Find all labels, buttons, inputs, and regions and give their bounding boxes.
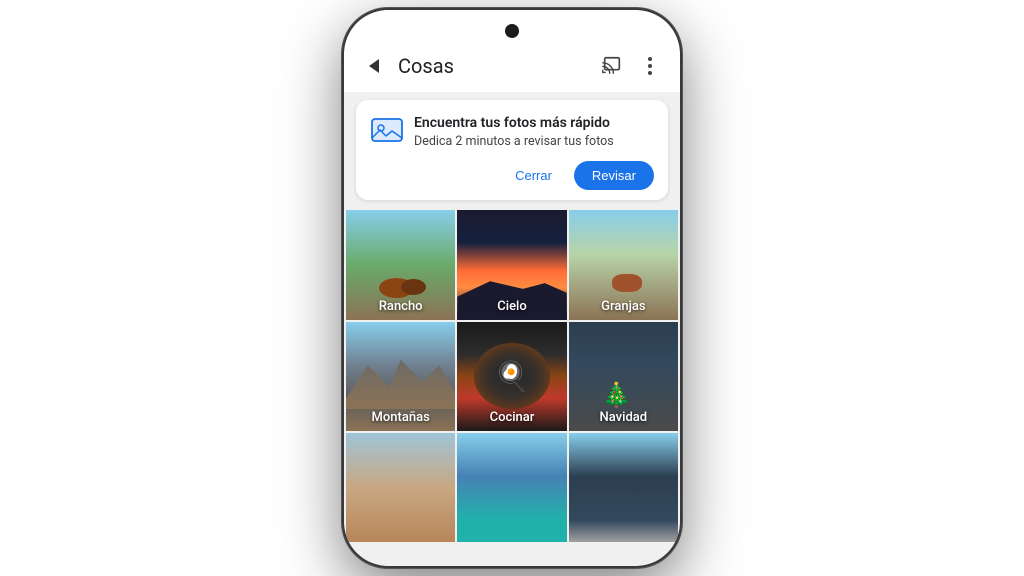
photo-review-icon <box>370 114 404 148</box>
review-button[interactable]: Revisar <box>574 161 654 190</box>
photo-item-granjas[interactable]: Granjas <box>569 210 678 319</box>
photo-label-rancho: Rancho <box>346 299 455 314</box>
dot1 <box>648 57 652 61</box>
top-bar: Cosas <box>344 10 680 92</box>
phone-screen: Cosas <box>344 10 680 566</box>
back-button[interactable] <box>360 52 388 80</box>
photo-item-navidad[interactable]: Navidad <box>569 322 678 431</box>
photo-label-granjas: Granjas <box>569 299 678 314</box>
close-button[interactable]: Cerrar <box>501 161 566 190</box>
screen-content: Cosas <box>344 10 680 566</box>
notif-actions: Cerrar Revisar <box>370 161 654 190</box>
cast-icon <box>601 55 623 77</box>
back-arrow-icon <box>369 59 379 73</box>
notif-header: Encuentra tus fotos más rápido Dedica 2 … <box>370 114 654 149</box>
dot3 <box>648 71 652 75</box>
photo-item-rancho[interactable]: Rancho <box>346 210 455 319</box>
photo-grid: Rancho Cielo Granjas Montañas Cocinar <box>344 208 680 544</box>
notif-title: Encuentra tus fotos más rápido <box>414 114 614 132</box>
photo-item-montanas[interactable]: Montañas <box>346 322 455 431</box>
notification-card: Encuentra tus fotos más rápido Dedica 2 … <box>356 100 668 200</box>
page-title: Cosas <box>398 54 588 78</box>
photo-item-row3-3[interactable] <box>569 433 678 542</box>
front-camera <box>505 24 519 38</box>
notif-icon <box>370 114 404 148</box>
notif-text: Encuentra tus fotos más rápido Dedica 2 … <box>414 114 614 149</box>
photo-item-cocinar[interactable]: Cocinar <box>457 322 566 431</box>
photo-label-montanas: Montañas <box>346 410 455 425</box>
more-options-button[interactable] <box>636 52 664 80</box>
photo-label-cocinar: Cocinar <box>457 410 566 425</box>
phone-body: Cosas <box>342 8 682 568</box>
cast-button[interactable] <box>598 52 626 80</box>
dot2 <box>648 64 652 68</box>
photo-label-navidad: Navidad <box>569 410 678 425</box>
notif-subtitle: Dedica 2 minutos a revisar tus fotos <box>414 134 614 149</box>
phone-frame: Cosas <box>342 8 682 568</box>
photo-label-cielo: Cielo <box>457 299 566 314</box>
photo-item-row3-1[interactable] <box>346 433 455 542</box>
photo-item-row3-2[interactable] <box>457 433 566 542</box>
photo-item-cielo[interactable]: Cielo <box>457 210 566 319</box>
